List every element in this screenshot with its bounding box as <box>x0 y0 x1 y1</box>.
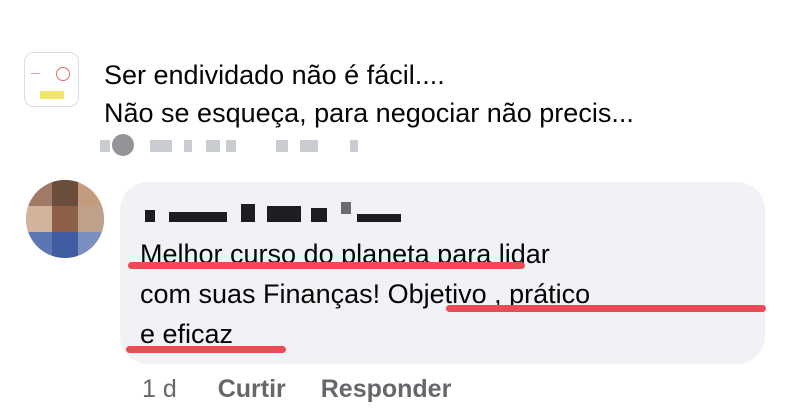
post-preview-line-2: Não se esqueça, para negociar não precis… <box>104 98 634 128</box>
highlight-underline-1 <box>128 262 525 269</box>
commenter-name-blurred[interactable] <box>145 202 410 224</box>
post-preview-text[interactable]: Ser endividado não é fácil.... Não se es… <box>104 56 774 132</box>
thumbnail-logo-ring <box>56 67 70 81</box>
globe-icon <box>112 134 134 156</box>
post-preview-line-1: Ser endividado não é fácil.... <box>104 60 445 90</box>
comment-text: Melhor curso do planeta para lidar com s… <box>140 234 760 354</box>
comment-timestamp[interactable]: 1 d <box>142 375 177 403</box>
reply-button[interactable]: Responder <box>321 375 452 403</box>
post-thumbnail[interactable] <box>24 52 79 107</box>
thumbnail-caption-block <box>40 91 64 99</box>
highlight-underline-2 <box>446 305 766 312</box>
highlight-underline-3 <box>126 346 286 353</box>
thumbnail-decoration <box>31 73 40 74</box>
commenter-avatar[interactable] <box>26 180 104 258</box>
post-meta-blurred <box>100 134 410 156</box>
comment-actions: 1 d Curtir Responder <box>142 375 479 407</box>
like-button[interactable]: Curtir <box>218 375 286 403</box>
